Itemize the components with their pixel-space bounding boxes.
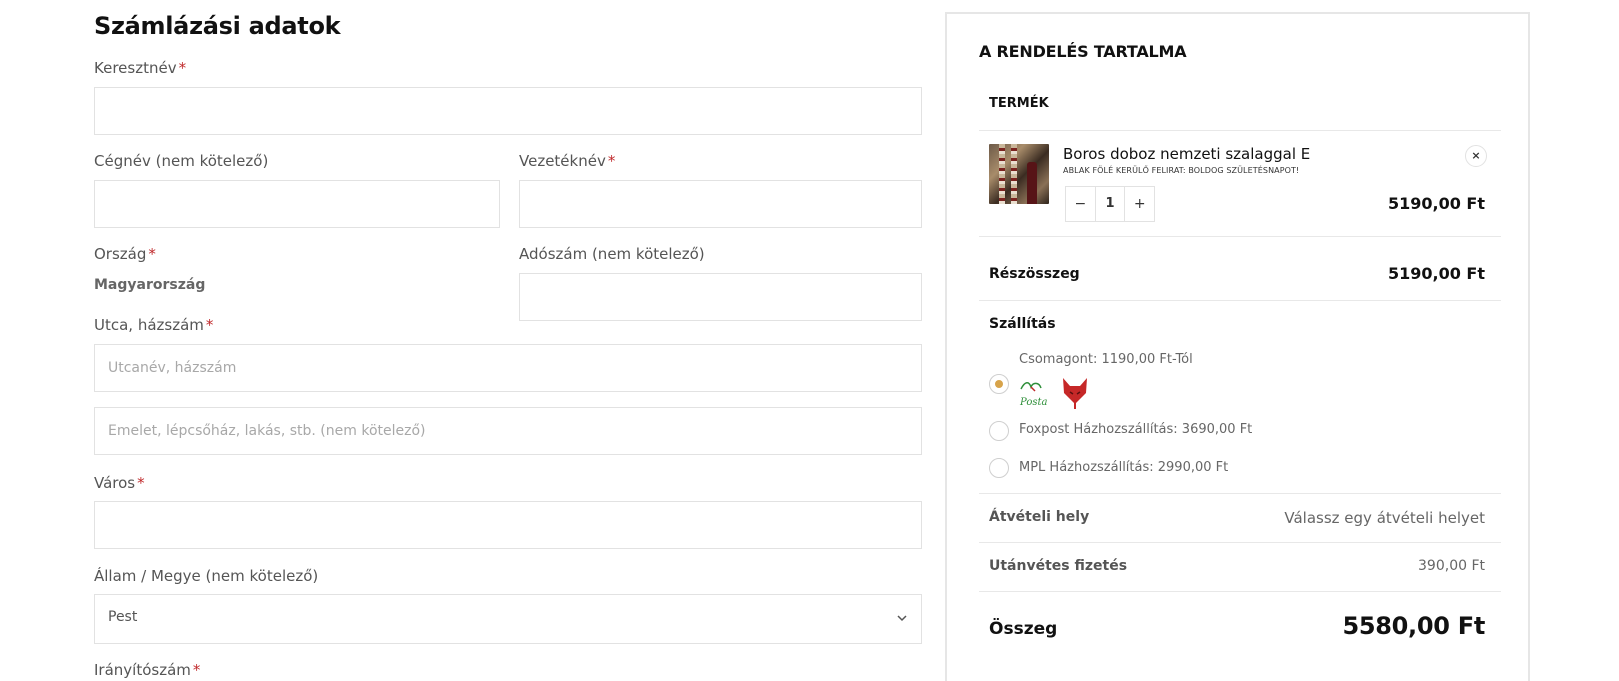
shipping-option-label: Foxpost Házhozszállítás: 3690,00 Ft [1019,422,1253,437]
street2-input[interactable] [95,408,921,454]
order-summary-title: A RENDELÉS TARTALMA [979,42,1187,61]
required-mark: * [205,316,214,334]
tax-number-input[interactable] [520,274,921,320]
city-input[interactable] [95,502,921,548]
first-name-input[interactable] [95,88,921,134]
thumbnail-bottle [1027,162,1037,204]
shipping-radio-csomagont[interactable] [989,374,1009,394]
state-select-value: Pest [108,609,138,625]
company-field[interactable] [94,180,500,228]
increase-quantity-button[interactable]: + [1125,187,1154,221]
city-label: Város * [94,474,145,492]
shipping-option-label: MPL Házhozszállítás: 2990,00 Ft [1019,460,1229,475]
subtotal-label: Részösszeg [989,266,1080,282]
required-mark: * [192,661,201,679]
thumbnail-ribbon [1011,144,1017,204]
first-name-field[interactable] [94,87,922,135]
company-label: Cégnév (nem kötelező) [94,152,269,170]
last-name-input[interactable] [520,181,921,227]
divider [979,493,1501,494]
city-field[interactable] [94,501,922,549]
total-value: 5580,00 Ft [1342,612,1485,640]
state-label: Állam / Megye (nem kötelező) [94,567,319,585]
remove-item-button[interactable]: × [1465,145,1487,167]
divider [979,130,1501,131]
tax-number-label: Adószám (nem kötelező) [519,245,705,263]
product-price: 5190,00 Ft [1387,194,1485,213]
total-label: Összeg [989,619,1058,639]
tax-number-field[interactable] [519,273,922,321]
country-value: Magyarország [94,277,206,293]
chevron-down-icon [897,615,907,622]
shipping-radio-foxpost-home[interactable] [989,421,1009,441]
magyar-posta-logo-icon: Posta [1019,382,1047,408]
product-name: Boros doboz nemzeti szalaggal E [1063,145,1311,163]
quantity-stepper: − 1 + [1065,186,1155,222]
cod-label: Utánvétes fizetés [989,558,1128,574]
zip-label: Irányítószám * [94,661,201,679]
pickup-point-link[interactable]: Válassz egy átvételi helyet [1284,509,1485,527]
shipping-radio-mpl-home[interactable] [989,458,1009,478]
divider [979,591,1501,592]
shipping-option-label: Csomagont: 1190,00 Ft-Tól [1019,352,1193,367]
required-mark: * [148,245,156,263]
street2-field[interactable] [94,407,922,455]
cod-value: 390,00 Ft [1418,558,1485,574]
product-meta: ABLAK FÖLÉ KERÜLŐ FELIRAT: BOLDOG SZÜLET… [1063,166,1300,175]
billing-title: Számlázási adatok [94,12,341,40]
required-mark: * [137,474,145,492]
foxpost-logo-icon [1063,378,1087,409]
decrease-quantity-button[interactable]: − [1066,187,1095,221]
order-summary-panel: A RENDELÉS TARTALMA TERMÉK Boros doboz n… [945,12,1530,681]
product-thumbnail [989,144,1049,204]
shipping-label: Szállítás [989,316,1056,332]
last-name-field[interactable] [519,180,922,228]
thumbnail-ribbon [999,144,1005,204]
street-input[interactable] [95,345,921,391]
state-select[interactable]: Pest [94,594,922,644]
divider [979,236,1501,237]
subtotal-value: 5190,00 Ft [1387,264,1485,283]
product-column-header: TERMÉK [989,96,1049,111]
svg-text:Posta: Posta [1019,397,1047,408]
company-input[interactable] [95,181,499,227]
country-label: Ország * [94,245,156,263]
divider [979,542,1501,543]
divider [979,300,1501,301]
first-name-label: Keresztnév * [94,59,187,77]
pickup-label: Átvételi hely [989,509,1090,525]
last-name-label: Vezetéknév * [519,152,616,170]
street-label: Utca, házszám * [94,316,214,334]
required-mark: * [607,152,616,170]
quantity-value[interactable]: 1 [1094,187,1126,221]
street-field[interactable] [94,344,922,392]
required-mark: * [178,59,187,77]
